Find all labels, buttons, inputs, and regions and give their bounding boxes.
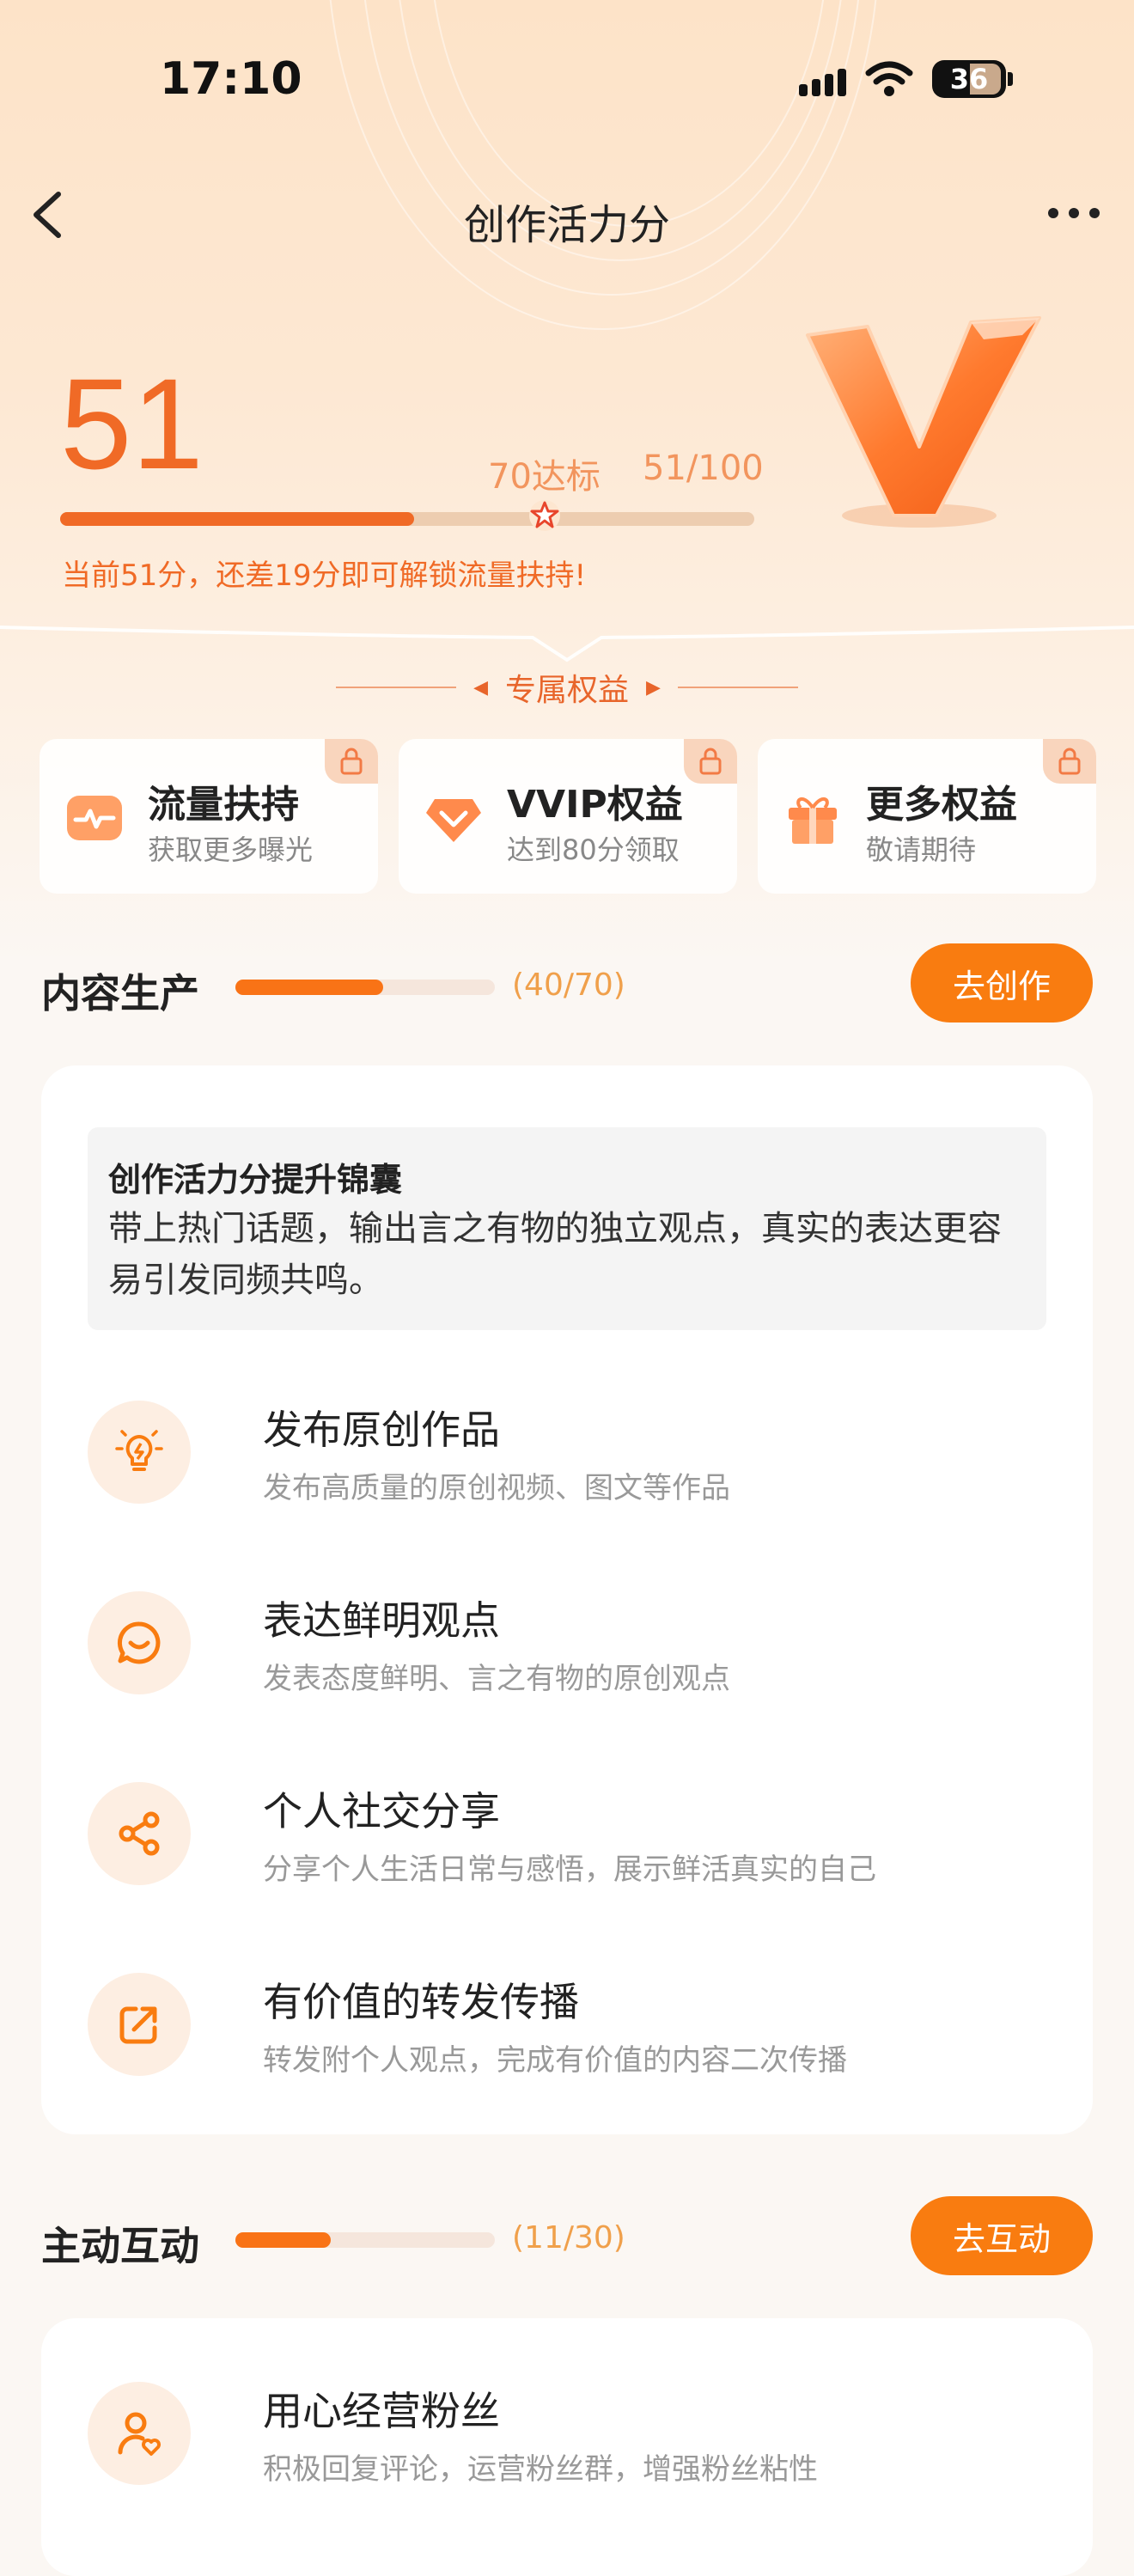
go-interact-button[interactable]: 去互动 [911, 2196, 1093, 2275]
task-sub: 发表态度鲜明、言之有物的原创观点 [263, 1662, 730, 1696]
tips-body: 带上热门话题，输出言之有物的独立观点，真实的表达更容易引发同频共鸣。 [108, 1209, 1002, 1300]
score-tip: 当前51分，还差19分即可解锁流量扶持! [62, 559, 587, 593]
score-progress-fill [60, 512, 415, 526]
v-badge-icon [806, 316, 1041, 528]
traffic-icon [67, 796, 122, 840]
cellular-signal-icon [799, 62, 846, 96]
task-sub: 发布高质量的原创视频、图文等作品 [263, 1471, 730, 1505]
section-title: 主动互动 [41, 2223, 199, 2269]
battery-icon: 36 [932, 60, 1006, 98]
benefit-title: 更多权益 [866, 783, 1017, 827]
benefit-card-vvip[interactable]: VVIP权益 达到80分领取 [399, 739, 737, 894]
bulb-icon [88, 1401, 191, 1504]
task-title: 个人社交分享 [263, 1788, 500, 1834]
wifi-icon [865, 61, 913, 96]
task-title: 表达鲜明观点 [263, 1597, 500, 1644]
task-item[interactable]: 发布原创作品 发布高质量的原创视频、图文等作品 [88, 1392, 1046, 1512]
go-create-button[interactable]: 去创作 [911, 943, 1093, 1022]
tips-title: 创作活力分提升锦囊 [108, 1161, 403, 1199]
battery-level: 36 [949, 63, 989, 95]
task-item[interactable]: 个人社交分享 分享个人生活日常与感悟，展示鲜活真实的自己 [88, 1773, 1046, 1894]
task-title: 有价值的转发传播 [263, 1979, 579, 2025]
lock-icon [325, 739, 378, 784]
interact-section-header: 主动互动 (11/30) 去互动 [0, 2196, 1134, 2282]
fans-icon [88, 2382, 191, 2485]
section-progress-fill [235, 980, 384, 995]
diamond-icon [426, 799, 481, 842]
benefit-title: VVIP权益 [507, 783, 683, 827]
more-options-icon[interactable] [1040, 199, 1108, 227]
divider-wave [0, 626, 1134, 662]
task-sub: 转发附个人观点，完成有价值的内容二次传播 [263, 2043, 847, 2078]
benefit-sub: 达到80分领取 [507, 833, 680, 866]
forward-icon [88, 1973, 191, 2076]
share-icon [88, 1782, 191, 1885]
page-title: 创作活力分 [463, 201, 670, 249]
interact-tasks-card: 用心经营粉丝 积极回复评论，运营粉丝群，增强粉丝粘性 [41, 2318, 1093, 2576]
section-progress-bar [235, 980, 495, 995]
task-sub: 积极回复评论，运营粉丝群，增强粉丝粘性 [263, 2452, 818, 2487]
status-icons: 36 [799, 60, 1013, 98]
section-progress-bar [235, 2232, 495, 2248]
section-count: (40/70) [512, 968, 625, 1003]
section-count: (11/30) [512, 2220, 625, 2256]
score-progress-bar [60, 512, 754, 526]
tips-box: 创作活力分提升锦囊 带上热门话题，输出言之有物的独立观点，真实的表达更容易引发同… [88, 1127, 1046, 1330]
chat-icon [88, 1591, 191, 1694]
lock-icon [684, 739, 737, 784]
benefit-card-traffic[interactable]: 流量扶持 获取更多曝光 [40, 739, 378, 894]
target-star-icon [529, 500, 560, 531]
content-section-header: 内容生产 (40/70) 去创作 [0, 943, 1134, 1029]
status-time: 17:10 [160, 53, 302, 105]
benefit-sub: 敬请期待 [866, 833, 977, 866]
benefits-title: 专属权益 [504, 673, 629, 708]
task-title: 发布原创作品 [263, 1407, 500, 1453]
task-item[interactable]: 有价值的转发传播 转发附个人观点，完成有价值的内容二次传播 [88, 1964, 1046, 2085]
benefit-card-more[interactable]: 更多权益 敬请期待 [758, 739, 1096, 894]
section-progress-fill [235, 2232, 331, 2248]
task-title: 用心经营粉丝 [263, 2388, 500, 2434]
task-item[interactable]: 用心经营粉丝 积极回复评论，运营粉丝群，增强粉丝粘性 [88, 2373, 1046, 2494]
gift-icon [789, 797, 837, 844]
benefits-section-title: ◀ 专属权益 ▶ [0, 665, 1134, 710]
benefit-title: 流量扶持 [148, 783, 299, 827]
task-item[interactable]: 表达鲜明观点 发表态度鲜明、言之有物的原创观点 [88, 1583, 1046, 1703]
section-title: 内容生产 [41, 970, 199, 1016]
content-tasks-card: 创作活力分提升锦囊 带上热门话题，输出言之有物的独立观点，真实的表达更容易引发同… [41, 1065, 1093, 2134]
benefit-sub: 获取更多曝光 [148, 833, 314, 866]
task-sub: 分享个人生活日常与感悟，展示鲜活真实的自己 [263, 1853, 876, 1887]
score-value: 51 [60, 351, 204, 496]
score-ratio: 51/100 [643, 449, 764, 488]
lock-icon [1043, 739, 1096, 784]
target-label: 70达标 [488, 457, 601, 497]
